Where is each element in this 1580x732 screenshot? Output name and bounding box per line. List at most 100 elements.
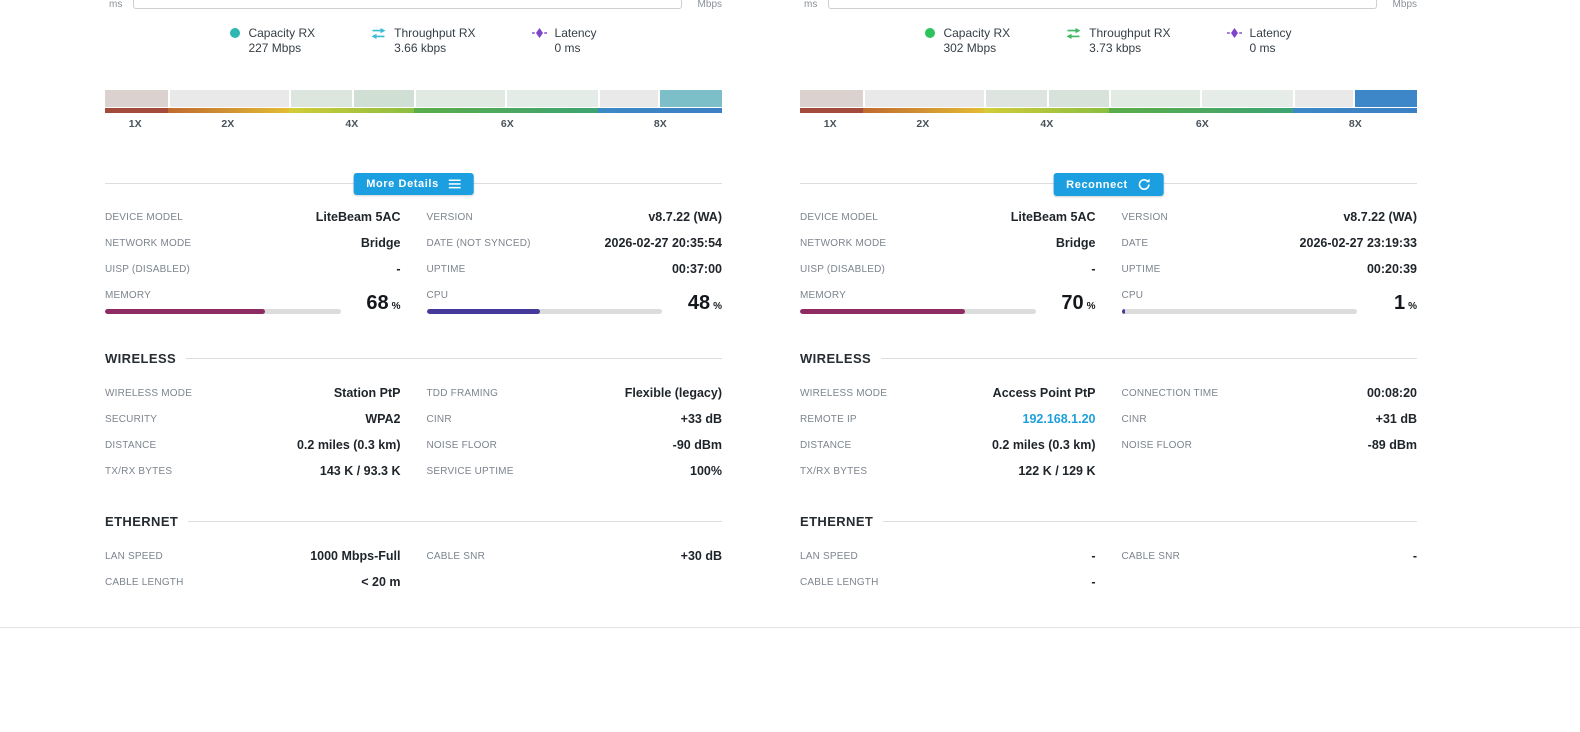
field-label: SECURITY (105, 414, 157, 425)
legend-value: 0 ms (555, 41, 597, 56)
wireless-section: WIRELESS WIRELESS MODEStation PtP SECURI… (105, 351, 722, 484)
capacity-circle-icon (925, 28, 935, 56)
cpu-label: CPU (427, 290, 663, 301)
field-row: UISP (DISABLED) - (105, 256, 401, 282)
field-row: REMOTE IP192.168.1.20 (800, 406, 1096, 432)
field-value: 143 K / 93.3 K (320, 464, 401, 478)
modulation-block (507, 90, 598, 107)
device-info-grid: DEVICE MODELLiteBeam 5AC NETWORK MODEBri… (105, 204, 722, 282)
modulation-block (865, 90, 984, 107)
modulation-ticks: 1X 2X 4X 6X 8X (800, 118, 1417, 131)
more-details-button[interactable]: More Details (353, 173, 474, 195)
modulation-blocks (800, 90, 1417, 107)
field-value: Flexible (legacy) (625, 386, 722, 400)
tick-6x: 6X (501, 118, 514, 130)
ethernet-section: ETHERNET LAN SPEED- CABLE LENGTH- CABLE … (800, 514, 1417, 595)
field-value: LiteBeam 5AC (1011, 210, 1096, 224)
field-label: UPTIME (1122, 264, 1161, 275)
reconnect-button[interactable]: Reconnect (1053, 173, 1164, 196)
field-value: WPA2 (365, 412, 400, 426)
field-row: CONNECTION TIME00:08:20 (1122, 380, 1418, 406)
memory-percent: 70% (1050, 293, 1096, 317)
field-label: CABLE SNR (427, 551, 486, 562)
scale-segment-8x (1293, 108, 1417, 113)
section-rule (883, 521, 1417, 522)
field-row: DATE2026-02-27 23:19:33 (1122, 230, 1418, 256)
field-label: CINR (1122, 414, 1147, 425)
page-bottom-divider (0, 627, 1580, 628)
field-row: LAN SPEED - (800, 543, 1096, 569)
cpu-meter: CPU 48% (427, 290, 723, 317)
legend-label: Throughput RX (1089, 26, 1170, 41)
field-value: 0.2 miles (0.3 km) (297, 438, 401, 452)
chart-legend: Capacity RX 302 Mbps Throughput RX 3.73 … (800, 26, 1417, 56)
field-value: v8.7.22 (WA) (1343, 210, 1417, 224)
modulation-block (1049, 90, 1109, 107)
field-label: CONNECTION TIME (1122, 388, 1219, 399)
field-label: CABLE LENGTH (105, 577, 184, 588)
field-row: TDD FRAMINGFlexible (legacy) (427, 380, 723, 406)
field-label: DATE (1122, 238, 1149, 249)
field-label: NOISE FLOOR (1122, 440, 1193, 451)
latency-diamond-icon (532, 28, 547, 56)
field-row: SERVICE UPTIME100% (427, 458, 723, 484)
memory-meter: MEMORY 68% (105, 290, 401, 317)
capacity-circle-icon (230, 28, 240, 56)
field-row: CINR+33 dB (427, 406, 723, 432)
field-row: NOISE FLOOR -89 dBm (1122, 432, 1418, 458)
cpu-label: CPU (1122, 290, 1358, 301)
latency-diamond-icon (1227, 28, 1242, 56)
panels-container: ms Mbps Capacity RX 227 Mbps (0, 0, 1580, 595)
tick-1x: 1X (129, 118, 142, 130)
modulation-scale (105, 108, 722, 113)
scale-segment-2x (863, 108, 984, 113)
scale-segment-6x (414, 108, 598, 113)
field-row: DISTANCE 0.2 miles (0.3 km) (105, 432, 401, 458)
legend-value: 3.66 kbps (394, 41, 475, 56)
cpu-meter: CPU 1% (1122, 290, 1418, 317)
field-row: VERSIONv8.7.22 (WA) (427, 204, 723, 230)
usage-meters: MEMORY 68% CPU 48% (105, 290, 722, 317)
ethernet-section: ETHERNET LAN SPEED1000 Mbps-Full CABLE L… (105, 514, 722, 595)
legend-label: Throughput RX (394, 26, 475, 41)
modulation-bar: 1X 2X 4X 6X 8X (800, 90, 1417, 131)
cpu-percent: 1% (1371, 293, 1417, 317)
section-rule (188, 521, 722, 522)
remote-ip-link[interactable]: 192.168.1.20 (1023, 412, 1096, 426)
field-row: DEVICE MODELLiteBeam 5AC (105, 204, 401, 230)
modulation-block-active (660, 90, 722, 107)
field-label: LAN SPEED (105, 551, 163, 562)
field-row: NOISE FLOOR-90 dBm (427, 432, 723, 458)
tick-2x: 2X (221, 118, 234, 130)
field-label: UISP (DISABLED) (800, 264, 885, 275)
modulation-block (1295, 90, 1353, 107)
field-label: NOISE FLOOR (427, 440, 498, 451)
field-value: - (1091, 549, 1095, 563)
field-value: - (396, 262, 400, 276)
device-status-page: ms Mbps Capacity RX 227 Mbps (0, 0, 1580, 732)
field-label: TX/RX BYTES (800, 466, 867, 477)
wireless-section-title: WIRELESS (105, 351, 176, 366)
field-value: -89 dBm (1368, 438, 1417, 452)
field-label: LAN SPEED (800, 551, 858, 562)
field-row: CABLE LENGTH< 20 m (105, 569, 401, 595)
tick-4x: 4X (1040, 118, 1053, 130)
chart-legend: Capacity RX 227 Mbps Throughput RX 3.66 … (105, 26, 722, 56)
legend-item-throughput: Throughput RX 3.73 kbps (1066, 26, 1170, 56)
field-label: UISP (DISABLED) (105, 264, 190, 275)
legend-item-latency: Latency 0 ms (532, 26, 597, 56)
field-label: DEVICE MODEL (800, 212, 878, 223)
field-value: Access Point PtP (993, 386, 1096, 400)
field-label: DISTANCE (105, 440, 156, 451)
field-value: +30 dB (681, 549, 722, 563)
field-row: UPTIME 00:20:39 (1122, 256, 1418, 282)
field-value: LiteBeam 5AC (316, 210, 401, 224)
field-value: Station PtP (334, 386, 401, 400)
modulation-block (170, 90, 289, 107)
more-details-label: More Details (366, 178, 439, 190)
details-divider: More Details (105, 183, 722, 184)
field-value: 00:20:39 (1367, 262, 1417, 276)
reconnect-label: Reconnect (1066, 179, 1128, 191)
legend-item-capacity: Capacity RX 227 Mbps (230, 26, 315, 56)
field-value: 00:37:00 (672, 262, 722, 276)
